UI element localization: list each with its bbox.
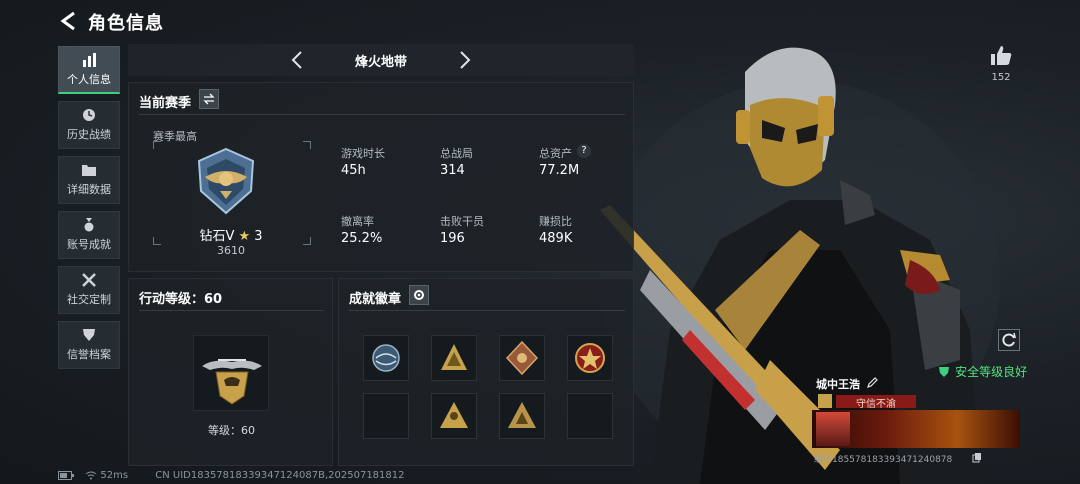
achievement-badges-panel: 成就徽章 <box>338 278 634 466</box>
diamond-rank-emblem <box>197 147 255 215</box>
nav-item-detail-data[interactable]: 详细数据 <box>58 156 120 204</box>
switch-mode-button[interactable] <box>199 89 219 109</box>
badge-settings-button[interactable] <box>409 285 429 305</box>
rank-score: 3610 <box>217 244 245 257</box>
gear-icon <box>414 290 424 300</box>
folder-icon <box>82 165 96 176</box>
nav-item-social-custom[interactable]: 社交定制 <box>58 266 120 314</box>
battery-icon <box>58 470 74 480</box>
player-name: 城中王浩 <box>816 378 860 391</box>
soldier-badge-icon <box>440 402 468 428</box>
player-motto: 守信不渝 <box>836 395 916 410</box>
copy-icon[interactable] <box>972 452 982 463</box>
action-level-title: 行动等级：60 <box>139 292 223 307</box>
action-level-panel: 行动等级：60 等级：60 <box>128 278 333 466</box>
level-emblem-frame <box>193 335 269 411</box>
avatar[interactable] <box>816 412 850 446</box>
tools-icon <box>82 273 96 287</box>
fortress-badge-icon <box>508 402 536 428</box>
nav-label: 社交定制 <box>67 293 111 306</box>
badge-slot[interactable] <box>363 335 409 381</box>
medal-icon <box>84 218 94 232</box>
badge-slot[interactable] <box>567 335 613 381</box>
nav-label: 信誉档案 <box>67 348 111 361</box>
player-uid: 编号185578183393471240878 <box>814 455 953 465</box>
level-label: 等级：60 <box>208 424 255 437</box>
status-bar: 52ms CN UID18357818339347124087B,2025071… <box>58 470 405 481</box>
stat-label-total-matches: 总战局 <box>440 147 473 160</box>
stat-label-extract-rate: 撤离率 <box>341 215 374 228</box>
like-count: 152 <box>991 72 1011 83</box>
stat-label-total-assets: 总资产 <box>539 147 572 160</box>
crest-badge-icon <box>505 340 539 376</box>
swap-icon <box>203 93 215 105</box>
helicopter-emblem-icon <box>202 359 262 405</box>
badges-title: 成就徽章 <box>349 292 402 307</box>
badge-slot[interactable] <box>499 335 545 381</box>
shield-icon <box>83 329 95 341</box>
divider <box>139 114 625 115</box>
pyramid-badge-icon <box>441 344 467 370</box>
stat-label-kills: 击败干员 <box>440 215 484 228</box>
stat-value-total-assets: 77.2M <box>539 163 580 178</box>
thumbs-up-icon <box>991 46 1012 65</box>
back-arrow-icon[interactable] <box>58 10 80 32</box>
player-banner <box>812 410 1020 448</box>
divider <box>139 310 324 311</box>
cn-uid: CN UID18357818339347124087B,202507181812 <box>155 470 405 481</box>
current-season-title: 当前赛季 <box>139 96 192 111</box>
season-switcher: 烽火地带 <box>128 44 634 76</box>
badge-slot[interactable] <box>499 393 545 439</box>
rank-name: 钻石V ★ 3 <box>191 225 271 244</box>
wifi-icon <box>85 471 97 479</box>
refresh-icon <box>1002 332 1017 347</box>
ping-value: 52ms <box>100 470 129 481</box>
season-name: 烽火地带 <box>354 55 407 70</box>
empty-badge-slot[interactable] <box>363 393 409 439</box>
stat-value-total-matches: 314 <box>440 163 465 178</box>
divider <box>349 310 625 311</box>
player-card: 城中王浩 守信不渝 编号185578183393471240878 <box>812 374 1022 468</box>
title-badge-icon <box>818 394 832 408</box>
refresh-button[interactable] <box>998 329 1020 351</box>
edit-name-icon[interactable] <box>866 377 878 389</box>
star-badge-icon <box>575 343 605 373</box>
stat-value-kills: 196 <box>440 231 465 246</box>
nav-label: 个人信息 <box>67 72 111 86</box>
badge-slot[interactable] <box>431 393 477 439</box>
help-icon[interactable]: ? <box>577 144 591 158</box>
badge-slot[interactable] <box>431 335 477 381</box>
stat-label-play-time: 游戏时长 <box>341 147 385 160</box>
stat-value-play-time: 45h <box>341 163 366 178</box>
empty-badge-slot[interactable] <box>567 393 613 439</box>
stat-label-profit-loss: 赚损比 <box>539 215 572 228</box>
like-widget[interactable]: 152 <box>988 44 1014 83</box>
globe-badge-icon <box>372 344 400 372</box>
rank-tier: 钻石V <box>199 229 235 244</box>
clock-icon <box>83 109 95 121</box>
nav-item-personal-info[interactable]: 个人信息 <box>58 46 120 94</box>
page-title: 角色信息 <box>88 13 164 34</box>
current-season-panel: 当前赛季 赛季最高 钻石V ★ 3 3610 游戏时长 45h 总战局 314 … <box>128 82 634 272</box>
nav-label: 历史战绩 <box>67 128 111 141</box>
rank-stars: 3 <box>254 229 263 244</box>
stat-value-extract-rate: 25.2% <box>341 231 383 246</box>
nav-label: 详细数据 <box>67 183 111 196</box>
rank-star-icon: ★ <box>238 229 251 244</box>
bar-chart-icon <box>83 52 96 67</box>
nav-item-history[interactable]: 历史战绩 <box>58 101 120 149</box>
nav-item-reputation[interactable]: 信誉档案 <box>58 321 120 369</box>
stat-value-profit-loss: 489K <box>539 231 573 246</box>
nav-label: 账号成就 <box>67 238 111 251</box>
next-season-icon[interactable] <box>454 50 474 70</box>
nav-item-achievements[interactable]: 账号成就 <box>58 211 120 259</box>
